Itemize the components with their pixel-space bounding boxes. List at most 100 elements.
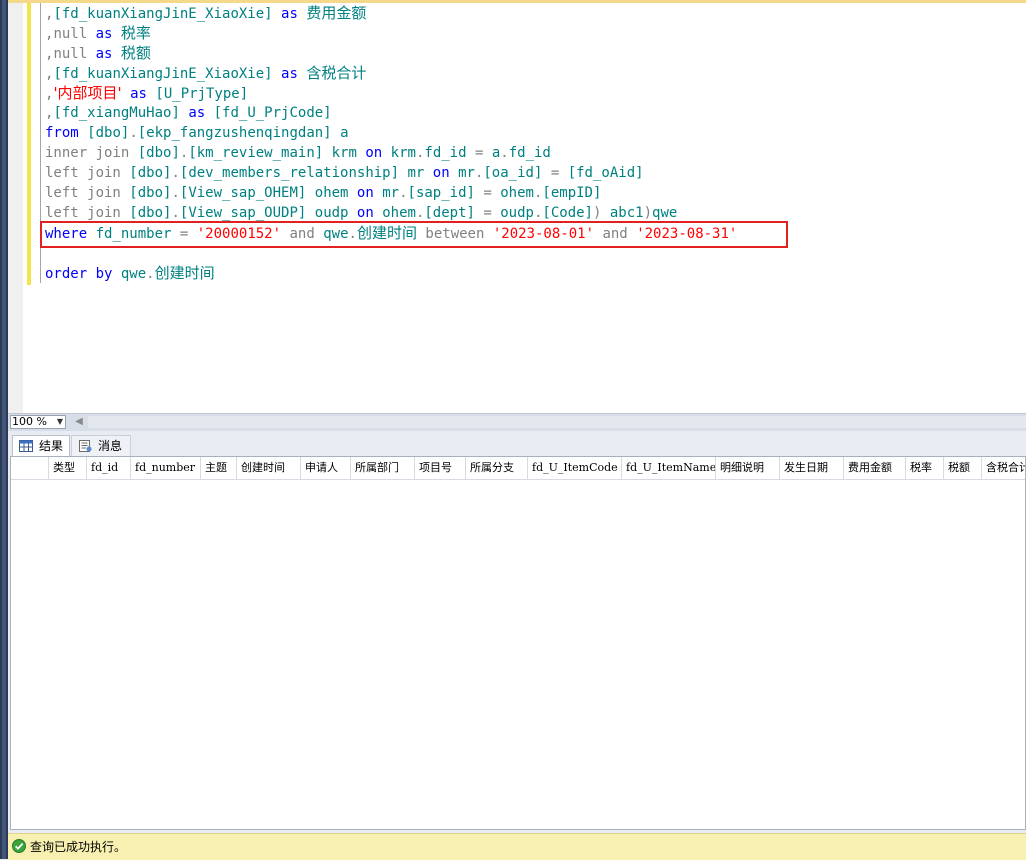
- code-token: inner join: [45, 145, 130, 161]
- grid-header: 类型 fd_id fd_number 主题 创建时间 申请人 所属部门 项目号 所属分支 fd_U…: [11, 457, 1025, 480]
- code-token: .: [146, 266, 155, 282]
- code-token: ohem: [382, 205, 416, 221]
- tab-results[interactable]: 结果: [12, 435, 70, 457]
- code-token: qwe: [652, 205, 678, 221]
- grid-column-header[interactable]: 类型: [49, 457, 87, 479]
- code-token: [dept]: [424, 205, 475, 221]
- status-text: 查询已成功执行。: [30, 840, 127, 854]
- grid-column-header[interactable]: 税额: [944, 457, 982, 479]
- code-line[interactable]: left join [dbo].[dev_members_relationshi…: [45, 163, 1026, 183]
- code-token: 含税合计: [306, 64, 367, 82]
- code-token: [dbo]: [129, 185, 172, 201]
- code-token: on: [432, 165, 450, 181]
- success-check-icon: [12, 839, 26, 853]
- grid-corner[interactable]: [11, 457, 49, 479]
- code-token: =: [466, 145, 492, 161]
- code-token: [U_PrjType]: [155, 86, 249, 102]
- code-token: null: [53, 46, 88, 62]
- code-line[interactable]: order by qwe.创建时间: [45, 263, 1026, 283]
- scroll-left-icon[interactable]: ◀: [72, 414, 86, 430]
- code-line[interactable]: from [dbo].[ekp_fangzushenqingdan] a: [45, 123, 1026, 143]
- code-token: krm: [331, 145, 357, 161]
- code-token: on: [365, 145, 383, 161]
- code-token: 费用金额: [306, 4, 367, 22]
- code-token: .: [399, 185, 408, 201]
- code-token: 创建时间: [154, 264, 215, 282]
- code-token: [fd_kuanXiangJinE_XiaoXie]: [53, 66, 273, 82]
- zoom-select[interactable]: 100 % ▼: [10, 415, 66, 429]
- code-line[interactable]: inner join [dbo]. [km_review_main] krm on…: [45, 143, 1026, 163]
- code-token: ): [643, 205, 653, 221]
- grid-column-header[interactable]: 申请人: [301, 457, 351, 479]
- grid-column-header[interactable]: 含税合计: [982, 457, 1025, 479]
- code-token: [ekp_fangzushenqingdan]: [137, 125, 332, 141]
- code-token: [fd_xiangMuHao]: [53, 105, 180, 121]
- code-line[interactable]: left join [dbo].[View_sap_OUDP] oudp on …: [45, 203, 1026, 223]
- code-token: left join: [45, 165, 121, 181]
- code-line[interactable]: ,null as 税率: [45, 23, 1026, 43]
- grid-column-header[interactable]: 所属部门: [351, 457, 415, 479]
- code-token: ohem: [314, 185, 349, 201]
- code-token: left join: [45, 205, 121, 221]
- code-line[interactable]: ,[fd_xiangMuHao] as [fd_U_PrjCode]: [45, 103, 1026, 123]
- code-token: =: [542, 165, 568, 181]
- grid-column-header[interactable]: 项目号: [415, 457, 466, 479]
- grid-column-header[interactable]: 创建时间: [237, 457, 301, 479]
- code-token: as: [188, 105, 206, 121]
- code-token: [fd_oAid]: [567, 165, 644, 181]
- status-bar: 查询已成功执行。: [8, 833, 1026, 860]
- tab-messages-label: 消息: [98, 439, 123, 453]
- code-token: .: [171, 205, 180, 221]
- grid-column-header[interactable]: fd_number: [131, 457, 201, 479]
- grid-column-header[interactable]: 费用金额: [844, 457, 906, 479]
- code-token: [dbo]: [87, 125, 130, 141]
- code-line[interactable]: ,[fd_kuanXiangJinE_XiaoXie] as 费用金额: [45, 3, 1026, 23]
- grid-column-header[interactable]: 所属分支: [466, 457, 528, 479]
- grid-column-header[interactable]: fd_U_ItemCode: [528, 457, 622, 479]
- code-token: [sap_id]: [407, 185, 475, 201]
- tab-messages[interactable]: 消息: [71, 435, 131, 457]
- code-line[interactable]: ,'内部项目' as [U_PrjType]: [45, 83, 1026, 103]
- grid-column-header[interactable]: 发生日期: [780, 457, 844, 479]
- code-line[interactable]: ,[fd_kuanXiangJinE_XiaoXie] as 含税合计: [45, 63, 1026, 83]
- code-token: as: [95, 46, 113, 62]
- message-icon: [79, 440, 92, 452]
- zoom-row: 100 % ▼ ◀: [8, 413, 1026, 431]
- code-token: .: [171, 165, 180, 181]
- grid-column-header[interactable]: fd_id: [87, 457, 131, 479]
- code-token: ohem: [500, 185, 534, 201]
- code-line[interactable]: ,null as 税额: [45, 43, 1026, 63]
- horizontal-scrollbar[interactable]: [88, 416, 1026, 428]
- code-token: abc1: [609, 205, 644, 221]
- grid-column-header[interactable]: 税率: [906, 457, 944, 479]
- results-grid[interactable]: 类型 fd_id fd_number 主题 创建时间 申请人 所属部门 项目号 所属分支 fd_U…: [10, 456, 1026, 830]
- code-token: a: [340, 125, 349, 141]
- code-token: null: [53, 26, 88, 42]
- code-token: order by: [45, 266, 113, 282]
- code-token: mr: [382, 185, 400, 201]
- grid-column-header[interactable]: 明细说明: [716, 457, 780, 479]
- grid-column-header[interactable]: 主题: [201, 457, 237, 479]
- code-token: .: [129, 125, 138, 141]
- code-token: as: [95, 26, 113, 42]
- code-token: [fd_kuanXiangJinE_XiaoXie]: [53, 6, 273, 22]
- code-token: from: [45, 125, 79, 141]
- code-token: on: [356, 205, 374, 221]
- grid-column-header[interactable]: fd_U_ItemName: [622, 457, 716, 479]
- code-line[interactable]: left join [dbo].[View_sap_OHEM] ohem on …: [45, 183, 1026, 203]
- window-left-edge-inner: [2, 0, 6, 859]
- code-token: [dbo]: [129, 165, 172, 181]
- sql-editor[interactable]: ,[fd_kuanXiangJinE_XiaoXie] as 费用金额 ,null…: [8, 3, 1026, 413]
